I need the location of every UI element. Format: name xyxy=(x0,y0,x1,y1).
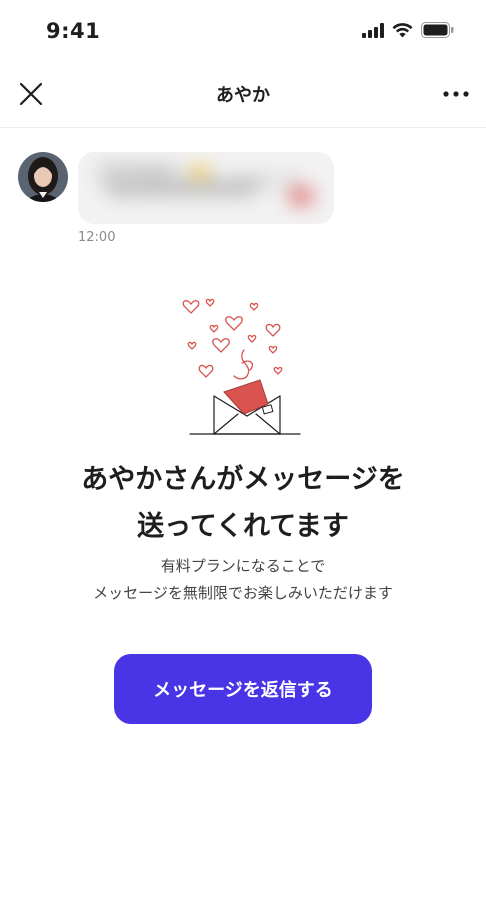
subtext-line-2: メッセージを無制限でお楽しみいただけます xyxy=(93,584,393,602)
more-icon xyxy=(443,91,469,97)
more-button[interactable] xyxy=(442,80,470,108)
envelope-hearts-illustration xyxy=(176,292,312,440)
status-time: 9:41 xyxy=(46,19,101,43)
avatar[interactable] xyxy=(18,152,68,202)
page-title: あやか xyxy=(216,85,270,106)
message-bubble-blurred[interactable]: こんにちは 😊 はじめまして xyxy=(78,152,334,224)
message-time: 12:00 xyxy=(78,230,116,245)
signal-icon xyxy=(362,22,384,38)
message-row: こんにちは 😊 はじめまして 12:00 xyxy=(18,152,348,252)
status-icons xyxy=(362,22,454,38)
subtext-line-1: 有料プランになることで xyxy=(160,557,326,575)
wifi-icon xyxy=(392,22,413,37)
status-bar: 9:41 xyxy=(0,0,486,64)
battery-icon xyxy=(421,22,454,38)
reply-message-button[interactable]: メッセージを返信する xyxy=(114,654,372,724)
headline-line-1: あやかさんがメッセージを xyxy=(81,464,405,495)
nav-bar: あやか xyxy=(0,64,486,128)
headline-line-2: 送ってくれてます xyxy=(137,511,349,542)
